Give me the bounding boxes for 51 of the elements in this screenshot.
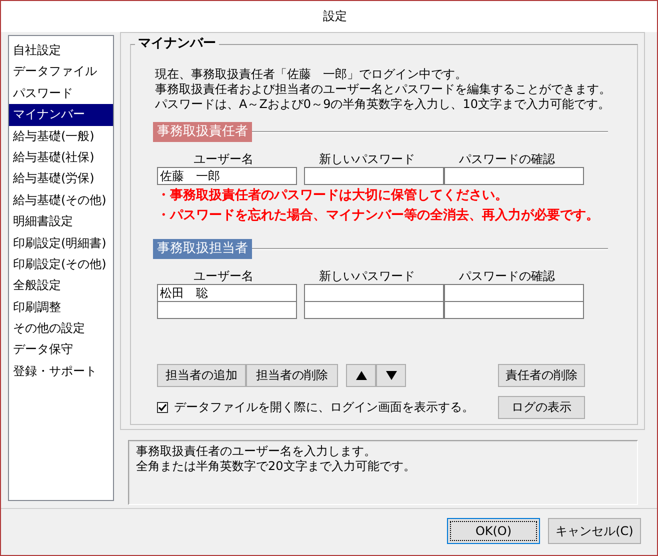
sidebar-item[interactable]: 給与基礎(社保)	[9, 146, 113, 168]
sidebar-item[interactable]: データファイル	[9, 61, 113, 83]
checkbox[interactable]	[157, 402, 168, 413]
move-up-button[interactable]	[346, 364, 376, 387]
password-field[interactable]	[304, 167, 444, 185]
password-field[interactable]	[304, 284, 444, 302]
sidebar-item[interactable]: データ保守	[9, 339, 113, 361]
action-button[interactable]: 担当者の削除	[246, 364, 338, 387]
down-triangle-icon	[386, 371, 396, 380]
sidebar-item[interactable]: 給与基礎(労保)	[9, 168, 113, 190]
column-header: ユーザー名	[192, 268, 254, 284]
cancel-button[interactable]: キャンセル(C)	[548, 518, 641, 544]
sidebar-item[interactable]: 印刷設定(明細書)	[9, 232, 113, 254]
user-name-field[interactable]: 佐藤 一郎	[157, 167, 297, 185]
column-header: パスワードの確認	[458, 268, 556, 284]
password-field[interactable]	[304, 301, 444, 319]
password-confirm-field[interactable]	[444, 301, 584, 319]
sidebar-item[interactable]: 給与基礎(その他)	[9, 190, 113, 212]
description-text: 現在、事務取扱責任者「佐藤 一郎」でログイン中です。 事務取扱責任者および担当者のユーザー名とパスワードを編集することができます。 パスワードは、A～Zおよび0～9の半角英数字を入力し、10文字まで入力可能です。	[155, 67, 612, 112]
group-title: マイナンバー	[135, 36, 219, 52]
sidebar-item[interactable]: 印刷調整	[9, 296, 113, 318]
sidebar-item[interactable]: その他の設定	[9, 318, 113, 340]
sidebar-item[interactable]: 印刷設定(その他)	[9, 254, 113, 276]
up-triangle-icon	[356, 371, 366, 380]
sidebar-item[interactable]: パスワード	[9, 82, 113, 104]
sidebar-item[interactable]: 明細書設定	[9, 211, 113, 233]
user-name-field[interactable]: 松田 聡	[157, 284, 297, 302]
warning-text: ・事務取扱責任者のパスワードは大切に保管してください。	[157, 187, 509, 205]
password-confirm-field[interactable]	[444, 284, 584, 302]
show-log-button[interactable]: ログの表示	[498, 396, 585, 419]
checkbox-label: データファイルを開く際に、ログイン画面を表示する。	[174, 399, 474, 416]
section-heading: 事務取扱担当者	[153, 239, 252, 259]
column-header: 新しいパスワード	[318, 151, 416, 167]
move-down-button[interactable]	[376, 364, 406, 387]
window-title: 設定	[322, 8, 347, 25]
sidebar-item[interactable]: 全般設定	[9, 275, 113, 297]
sidebar-item[interactable]: 給与基礎(一般)	[9, 126, 113, 147]
help-text: 事務取扱責任者のユーザー名を入力します。 全角または半角英数字で20文字まで入力可能です。	[136, 444, 416, 474]
action-button[interactable]: 担当者の追加	[157, 364, 246, 387]
remove-manager-button[interactable]: 責任者の削除	[498, 364, 585, 387]
section-heading: 事務取扱責任者	[153, 122, 252, 142]
password-confirm-field[interactable]	[444, 167, 584, 185]
column-header: パスワードの確認	[458, 151, 556, 167]
sidebar-item[interactable]: 自社設定	[9, 40, 113, 62]
sidebar-item[interactable]: マイナンバー	[9, 104, 113, 126]
column-header: 新しいパスワード	[318, 268, 416, 284]
user-name-field[interactable]	[157, 301, 297, 319]
ok-button[interactable]: OK(O)	[447, 518, 540, 544]
sidebar-item[interactable]: 登録・サポート	[9, 360, 113, 382]
column-header: ユーザー名	[192, 151, 254, 167]
warning-text: ・パスワードを忘れた場合、マイナンバー等の全消去、再入力が必要です。	[157, 207, 600, 225]
